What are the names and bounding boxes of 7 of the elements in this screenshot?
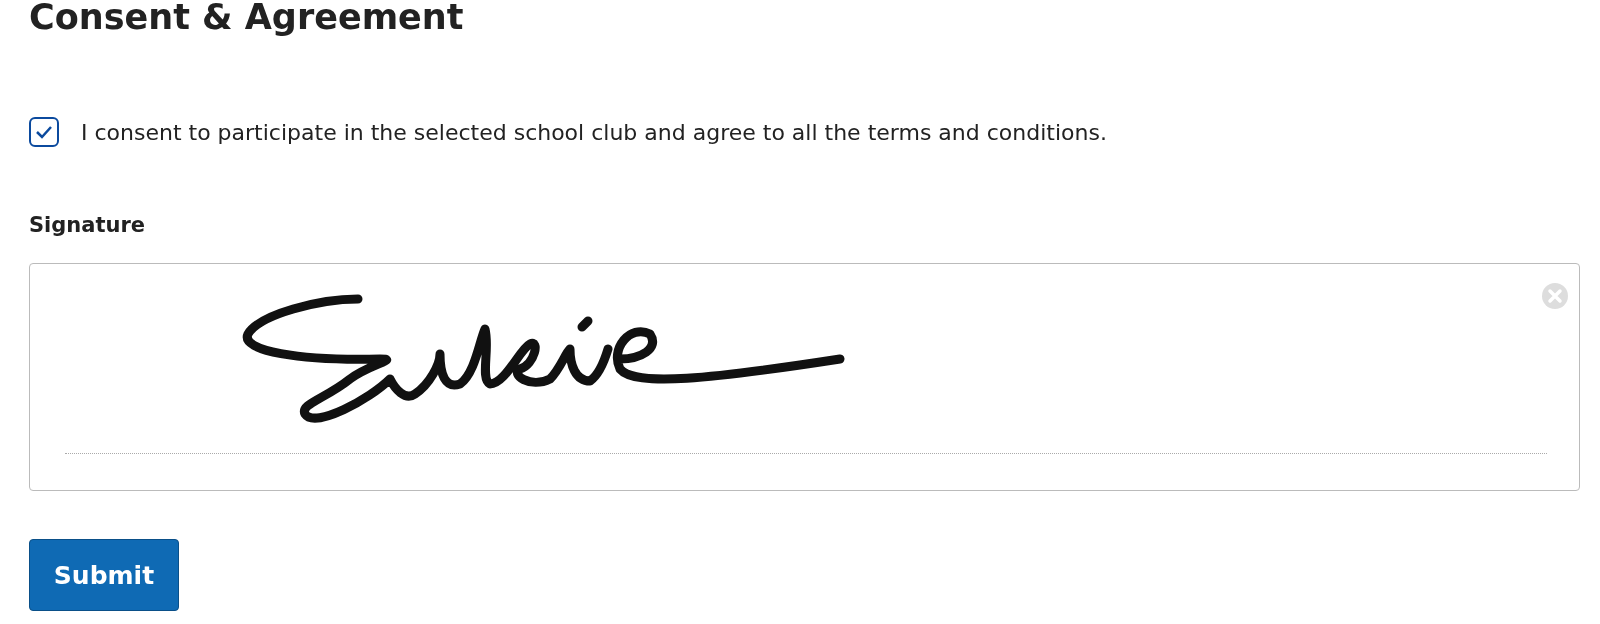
section-heading: Consent & Agreement [29, 0, 464, 39]
signature-label: Signature [29, 213, 146, 237]
signature-pad[interactable] [29, 263, 1580, 491]
check-icon [35, 125, 53, 139]
consent-checkbox[interactable] [29, 117, 59, 147]
submit-button[interactable]: Submit [29, 539, 179, 611]
consent-label: I consent to participate in the selected school club and agree to all the terms and conditions. [81, 119, 1107, 145]
